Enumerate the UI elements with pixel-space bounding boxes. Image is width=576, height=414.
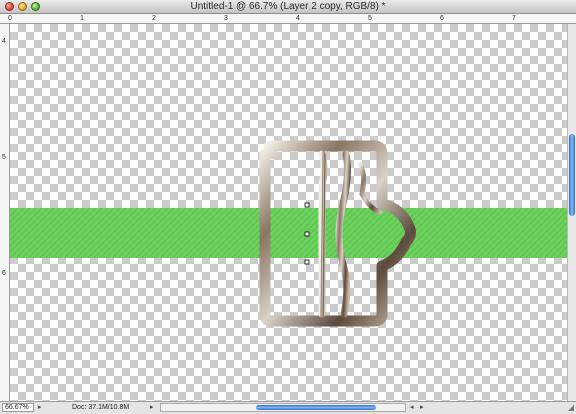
ruler-label-2: 2 <box>152 15 156 22</box>
document-canvas[interactable] <box>10 24 567 401</box>
horizontal-ruler[interactable]: 0 1 2 3 4 5 6 7 <box>0 14 576 24</box>
arrow-left-icon[interactable]: ◂ <box>410 403 414 412</box>
vruler-label-6: 6 <box>2 270 6 277</box>
vruler-label-4: 4 <box>2 38 6 45</box>
vruler-label-5: 5 <box>2 154 6 161</box>
ruler-label-4: 4 <box>296 15 300 22</box>
document-title: Untitled-1 @ 66.7% (Layer 2 copy, RGB/8)… <box>190 1 386 12</box>
document-size: Doc: 37.1M/10.8M <box>72 404 130 411</box>
horizontal-scroll-thumb[interactable] <box>256 405 376 410</box>
ruler-label-5: 5 <box>368 15 372 22</box>
ruler-label-6: 6 <box>440 15 444 22</box>
vertical-scroll-thumb[interactable] <box>569 134 575 216</box>
status-menu-icon[interactable]: ▸ <box>38 403 42 412</box>
resize-grip-icon[interactable]: ◢ <box>568 403 574 412</box>
vertical-ruler[interactable]: 4 5 6 <box>0 24 10 401</box>
zoom-field[interactable]: 66.67% <box>2 403 34 412</box>
ruler-label-3: 3 <box>224 15 228 22</box>
status-bar: 66.67% ▸ Doc: 37.1M/10.8M ▸ ◂ ▸ ◢ <box>0 401 576 414</box>
ruler-label-0: 0 <box>8 15 12 22</box>
ruler-label-1: 1 <box>80 15 84 22</box>
vertical-scrollbar[interactable] <box>567 24 576 401</box>
window-titlebar[interactable]: Untitled-1 @ 66.7% (Layer 2 copy, RGB/8)… <box>0 0 576 14</box>
arrow-right-icon[interactable]: ▸ <box>420 403 424 412</box>
canvas-artwork <box>10 140 567 327</box>
horizontal-scrollbar[interactable] <box>160 403 406 412</box>
ruler-label-7: 7 <box>512 15 516 22</box>
green-strap <box>10 208 567 258</box>
triangle-right-icon[interactable]: ▸ <box>150 403 154 412</box>
